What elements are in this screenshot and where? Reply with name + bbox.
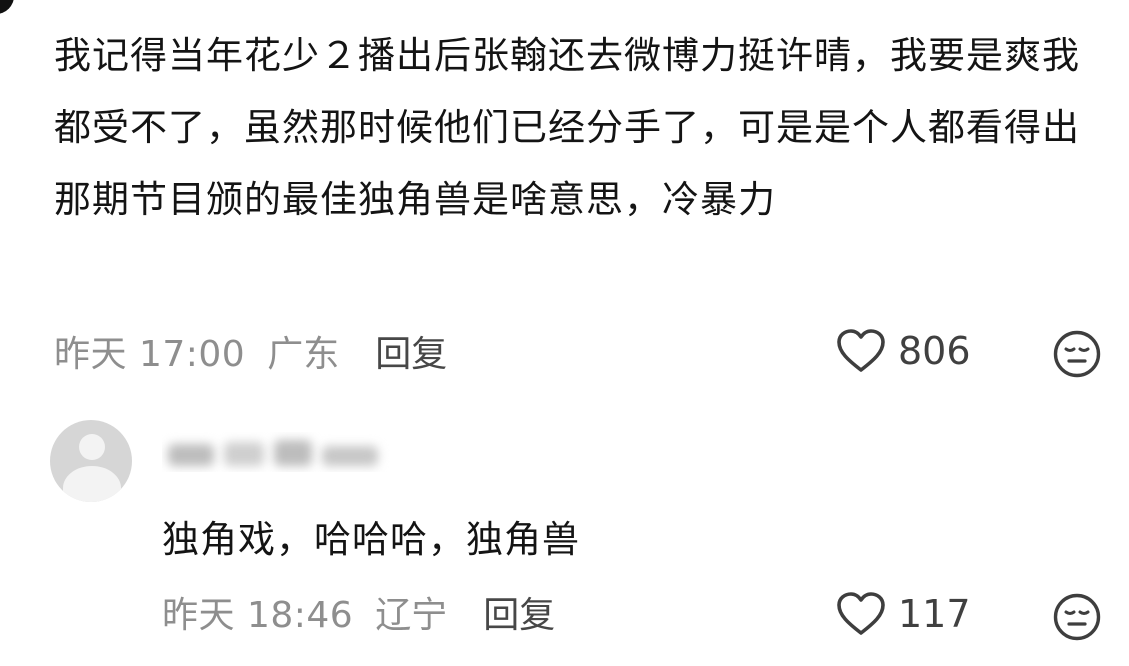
reply-like-count: 117	[898, 592, 971, 636]
reply-meta: 昨天 18:46 辽宁 回复	[162, 587, 555, 637]
comment-text: 我记得当年花少２播出后张翰还去微博力挺许晴，我要是爽我都受不了，虽然那时候他们已…	[54, 34, 1080, 221]
neutral-face-icon	[1052, 592, 1102, 642]
comment-location: 广东	[267, 334, 340, 375]
reply-avatar[interactable]	[50, 420, 132, 502]
neutral-face-icon	[1052, 329, 1102, 379]
reply-username-blurred[interactable]	[162, 432, 392, 472]
comment-reply-button[interactable]: 回复	[375, 325, 447, 377]
comment-reaction-button[interactable]	[1052, 329, 1102, 379]
reply-location: 辽宁	[375, 595, 448, 636]
reply-like-button[interactable]: 117	[836, 591, 971, 637]
comment-like-count: 806	[898, 329, 971, 373]
comment-thread: 我记得当年花少２播出后张翰还去微博力挺许晴，我要是爽我都受不了，虽然那时候他们已…	[0, 0, 1129, 666]
reply-text: 独角戏，哈哈哈，独角兽	[162, 518, 580, 561]
comment-meta: 昨天 17:00 广东 回复	[54, 326, 447, 376]
heart-outline-icon	[836, 591, 886, 637]
reply-time: 昨天 18:46	[162, 595, 354, 636]
avatar-placeholder-body	[63, 466, 121, 502]
reply-reply-button[interactable]: 回复	[483, 586, 555, 638]
comment-like-button[interactable]: 806	[836, 328, 971, 374]
heart-outline-icon	[836, 328, 886, 374]
reply-reaction-button[interactable]	[1052, 592, 1102, 642]
comment-time: 昨天 17:00	[54, 334, 246, 375]
avatar-placeholder-head	[79, 434, 105, 460]
parent-avatar-edge[interactable]	[0, 0, 14, 14]
